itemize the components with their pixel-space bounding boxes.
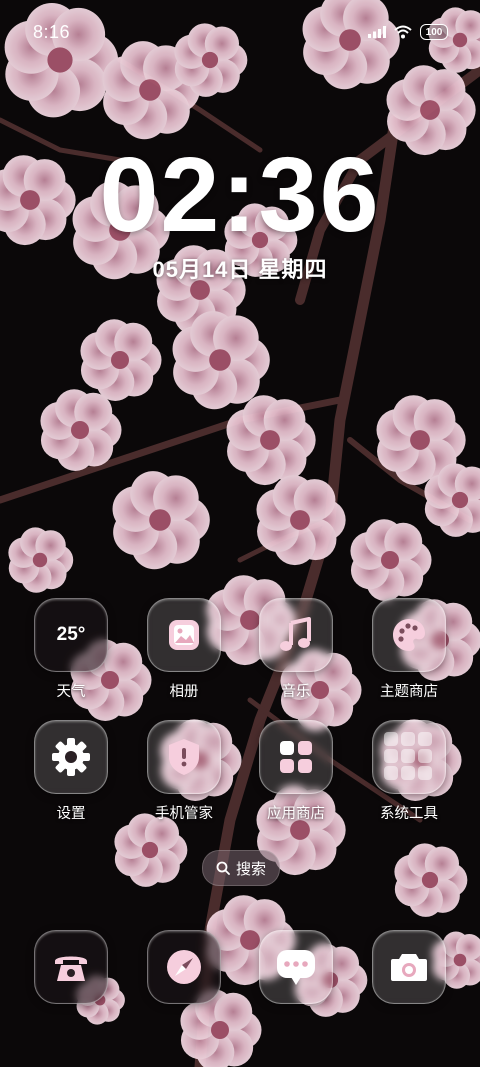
search-icon bbox=[216, 861, 230, 875]
app-label: 手机管家 bbox=[155, 806, 213, 822]
app-phone-manager[interactable]: 手机管家 bbox=[134, 720, 234, 823]
palette-icon bbox=[393, 619, 425, 651]
app-label: 天气 bbox=[56, 684, 86, 700]
app-label: 系统工具 bbox=[380, 806, 438, 822]
lockscreen-clock[interactable]: 02:36 bbox=[0, 140, 480, 250]
battery-icon: 100 bbox=[420, 24, 448, 40]
app-store-icon bbox=[280, 741, 312, 773]
app-gallery[interactable]: 相册 bbox=[134, 598, 234, 701]
weather-icon[interactable]: 25° bbox=[34, 598, 108, 672]
app-label: 相册 bbox=[169, 684, 199, 700]
gallery-icon bbox=[169, 620, 199, 650]
wifi-icon bbox=[394, 25, 412, 39]
camera-icon bbox=[391, 954, 427, 981]
dock-messages[interactable] bbox=[246, 930, 346, 1004]
search-button[interactable]: 搜索 bbox=[202, 850, 280, 886]
status-icons: 100 bbox=[368, 24, 448, 40]
app-settings[interactable]: 设置 bbox=[21, 720, 121, 823]
shield-icon bbox=[169, 739, 199, 775]
app-label: 主题商店 bbox=[380, 684, 438, 700]
app-label: 音乐 bbox=[281, 684, 311, 700]
phone-icon bbox=[55, 956, 87, 981]
app-music[interactable]: 音乐 bbox=[246, 598, 346, 701]
app-label: 设置 bbox=[56, 806, 86, 822]
lockscreen-date[interactable]: 05月14日 星期四 bbox=[0, 252, 480, 284]
app-system-tools-folder[interactable]: 系统工具 bbox=[359, 720, 459, 823]
browser-compass-icon bbox=[167, 950, 201, 984]
status-time: 8:16 bbox=[33, 22, 71, 42]
gear-icon bbox=[52, 738, 90, 776]
dock-camera[interactable] bbox=[359, 930, 459, 1004]
music-icon bbox=[280, 617, 311, 651]
dock-browser[interactable] bbox=[134, 930, 234, 1004]
signal-icon bbox=[368, 26, 386, 38]
app-label: 应用商店 bbox=[267, 806, 325, 822]
app-weather[interactable]: 25° 天气 bbox=[21, 598, 121, 701]
folder-icon bbox=[384, 732, 434, 782]
search-label: 搜索 bbox=[235, 860, 266, 878]
dock-phone[interactable] bbox=[21, 930, 121, 1004]
app-theme-store[interactable]: 主题商店 bbox=[359, 598, 459, 701]
messages-icon bbox=[277, 950, 315, 985]
weather-temperature: 25° bbox=[56, 624, 86, 645]
status-bar: 8:16 100 bbox=[0, 22, 480, 48]
app-app-store[interactable]: 应用商店 bbox=[246, 720, 346, 823]
